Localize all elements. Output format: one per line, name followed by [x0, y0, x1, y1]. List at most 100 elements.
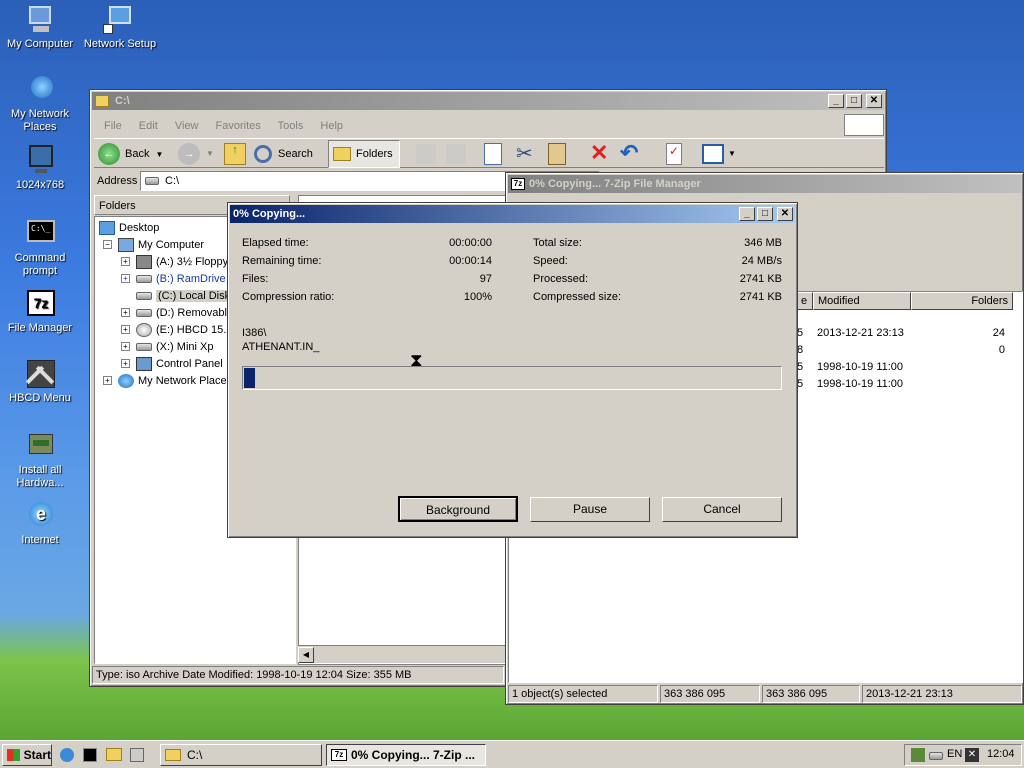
back-button[interactable]: ← Back ▼ [98, 142, 163, 166]
column-header-folders[interactable]: Folders [911, 292, 1013, 310]
explorer-titlebar[interactable]: C:\ _ □ ✕ [92, 92, 884, 110]
menu-view[interactable]: View [175, 120, 199, 132]
desktop-quicklaunch-icon[interactable] [130, 748, 144, 762]
row-folders: 24 [992, 327, 1005, 339]
desktop-icon-network-setup[interactable]: Network Setup [80, 4, 160, 51]
minimize-button[interactable]: _ [739, 207, 755, 221]
expand-icon[interactable]: + [121, 325, 130, 334]
paste-icon[interactable] [548, 143, 566, 165]
tree-item-my-computer[interactable]: − My Computer [103, 236, 204, 253]
menu-edit[interactable]: Edit [139, 120, 158, 132]
tree-label: My Computer [138, 238, 205, 251]
horizontal-scrollbar[interactable]: ◀ [298, 645, 506, 663]
folders-button[interactable]: Folders [328, 140, 400, 168]
undo-icon[interactable]: ↶ [620, 140, 638, 166]
desktop-icon-label: Network Setup [83, 38, 157, 50]
tree-item-hbcd[interactable]: + (E:) HBCD 15.2 [121, 321, 232, 338]
scroll-left-button[interactable]: ◀ [298, 647, 314, 663]
menu-help[interactable]: Help [320, 120, 343, 132]
background-button[interactable]: Background [398, 496, 518, 522]
up-folder-button[interactable]: ↑ [224, 143, 246, 165]
expand-icon[interactable]: + [121, 274, 130, 283]
drive-icon [136, 308, 152, 317]
start-button[interactable]: Start [2, 744, 52, 766]
drive-tray-icon[interactable] [929, 752, 943, 760]
tree-item-removable[interactable]: + (D:) Removable [121, 304, 233, 321]
language-indicator[interactable]: EN [947, 748, 962, 760]
menu-file[interactable]: File [104, 120, 122, 132]
tree-item-control-panel[interactable]: + Control Panel [121, 355, 223, 372]
search-button[interactable]: Search [254, 142, 313, 166]
explorer-status: Type: iso Archive Date Modified: 1998-10… [92, 666, 504, 684]
speed-value: 24 MB/s [741, 255, 782, 267]
command-prompt-icon: C:\_ [23, 218, 57, 250]
cancel-button[interactable]: Cancel [662, 497, 782, 522]
elapsed-label: Elapsed time: [242, 237, 309, 249]
move-to-icon[interactable] [416, 144, 436, 164]
computer-icon [118, 237, 134, 252]
tree-label: Desktop [119, 221, 160, 234]
desktop-icon-command-prompt[interactable]: C:\_ Command prompt [0, 218, 80, 278]
expand-icon[interactable]: + [121, 308, 130, 317]
desktop-icon-file-manager[interactable]: 7z File Manager [0, 288, 80, 335]
desktop-icon-label: My Network Places [10, 108, 70, 133]
taskbar-item-explorer[interactable]: C:\ [160, 744, 322, 766]
copy-progress-dialog: 0% Copying... _ □ ✕ Elapsed time: 00:00:… [227, 202, 798, 538]
tree-item-network-places[interactable]: + My Network Places [103, 372, 232, 389]
menu-favorites[interactable]: Favorites [216, 120, 261, 132]
forward-button[interactable]: → [178, 143, 200, 165]
views-dropdown-icon[interactable]: ▼ [728, 149, 736, 158]
desktop-icon-install-hardware[interactable]: Install all Hardwa... [0, 430, 80, 490]
safely-remove-icon[interactable] [911, 748, 925, 762]
tree-label: My Network Places [138, 374, 233, 387]
tools-tray-icon[interactable]: ✕ [965, 748, 979, 762]
tree-item-floppy[interactable]: + (A:) 3½ Floppy [121, 253, 228, 270]
desktop-icon-label: HBCD Menu [9, 392, 71, 404]
task-label: C:\ [187, 748, 203, 762]
properties-icon[interactable]: ✓ [666, 143, 682, 165]
compressed-size-value: 2741 KB [739, 291, 782, 303]
tree-item-desktop[interactable]: Desktop [99, 219, 159, 236]
close-button[interactable]: ✕ [866, 94, 882, 108]
tree-item-local-disk[interactable]: (C:) Local Disk [136, 287, 233, 304]
desktop-icon-my-network-places[interactable]: My Network Places [0, 74, 80, 134]
desktop-icon-internet[interactable]: e Internet [0, 500, 80, 547]
sevenzip-icon: 7z [511, 178, 525, 190]
close-button[interactable]: ✕ [777, 207, 793, 221]
delete-icon[interactable]: ✕ [590, 140, 608, 166]
tree-item-mini-xp[interactable]: + (X:) Mini Xp [121, 338, 213, 355]
collapse-icon[interactable]: − [103, 240, 112, 249]
maximize-button[interactable]: □ [757, 207, 773, 221]
expand-icon[interactable]: + [121, 257, 130, 266]
expand-icon[interactable]: + [121, 342, 130, 351]
expand-icon[interactable]: + [103, 376, 112, 385]
expand-icon[interactable]: + [121, 359, 130, 368]
menu-tools[interactable]: Tools [278, 120, 304, 132]
desktop-icon-resolution[interactable]: 1024x768 [0, 145, 80, 192]
dialog-titlebar[interactable]: 0% Copying... _ □ ✕ [230, 205, 795, 223]
network-places-icon [23, 74, 57, 106]
sevenzip-statusbar: 1 object(s) selected 363 386 095 363 386… [508, 685, 1023, 704]
taskbar-item-7zip[interactable]: 7z 0% Copying... 7-Zip ... [326, 744, 486, 766]
forward-dropdown-icon: ▼ [206, 149, 214, 158]
desktop-icon-my-computer[interactable]: My Computer [0, 4, 80, 51]
explorer-quicklaunch-icon[interactable] [106, 748, 122, 761]
copy-to-icon[interactable] [446, 144, 466, 164]
search-icon [254, 145, 272, 163]
cut-icon[interactable]: ✂ [516, 141, 533, 166]
toolbar: ← Back ▼ → ▼ ↑ Search Folders ✂ ✕ ↶ ✓ ▼ [94, 138, 884, 168]
copy-icon[interactable] [484, 143, 502, 165]
speed-label: Speed: [533, 255, 568, 267]
maximize-button[interactable]: □ [846, 94, 862, 108]
progress-bar [242, 366, 782, 390]
minimize-button[interactable]: _ [828, 94, 844, 108]
views-icon[interactable] [702, 144, 724, 164]
sevenzip-titlebar[interactable]: 7z 0% Copying... 7-Zip File Manager [508, 175, 1021, 193]
pause-button[interactable]: Pause [530, 497, 650, 522]
status-date: 2013-12-21 23:13 [862, 685, 1022, 703]
column-header-modified[interactable]: Modified [813, 292, 911, 310]
tree-item-ramdrive[interactable]: + (B:) RamDrive [121, 270, 226, 287]
cmd-quicklaunch-icon[interactable] [83, 748, 97, 762]
ie-quicklaunch-icon[interactable] [60, 748, 74, 762]
desktop-icon-hbcd-menu[interactable]: HBCD Menu [0, 358, 80, 405]
